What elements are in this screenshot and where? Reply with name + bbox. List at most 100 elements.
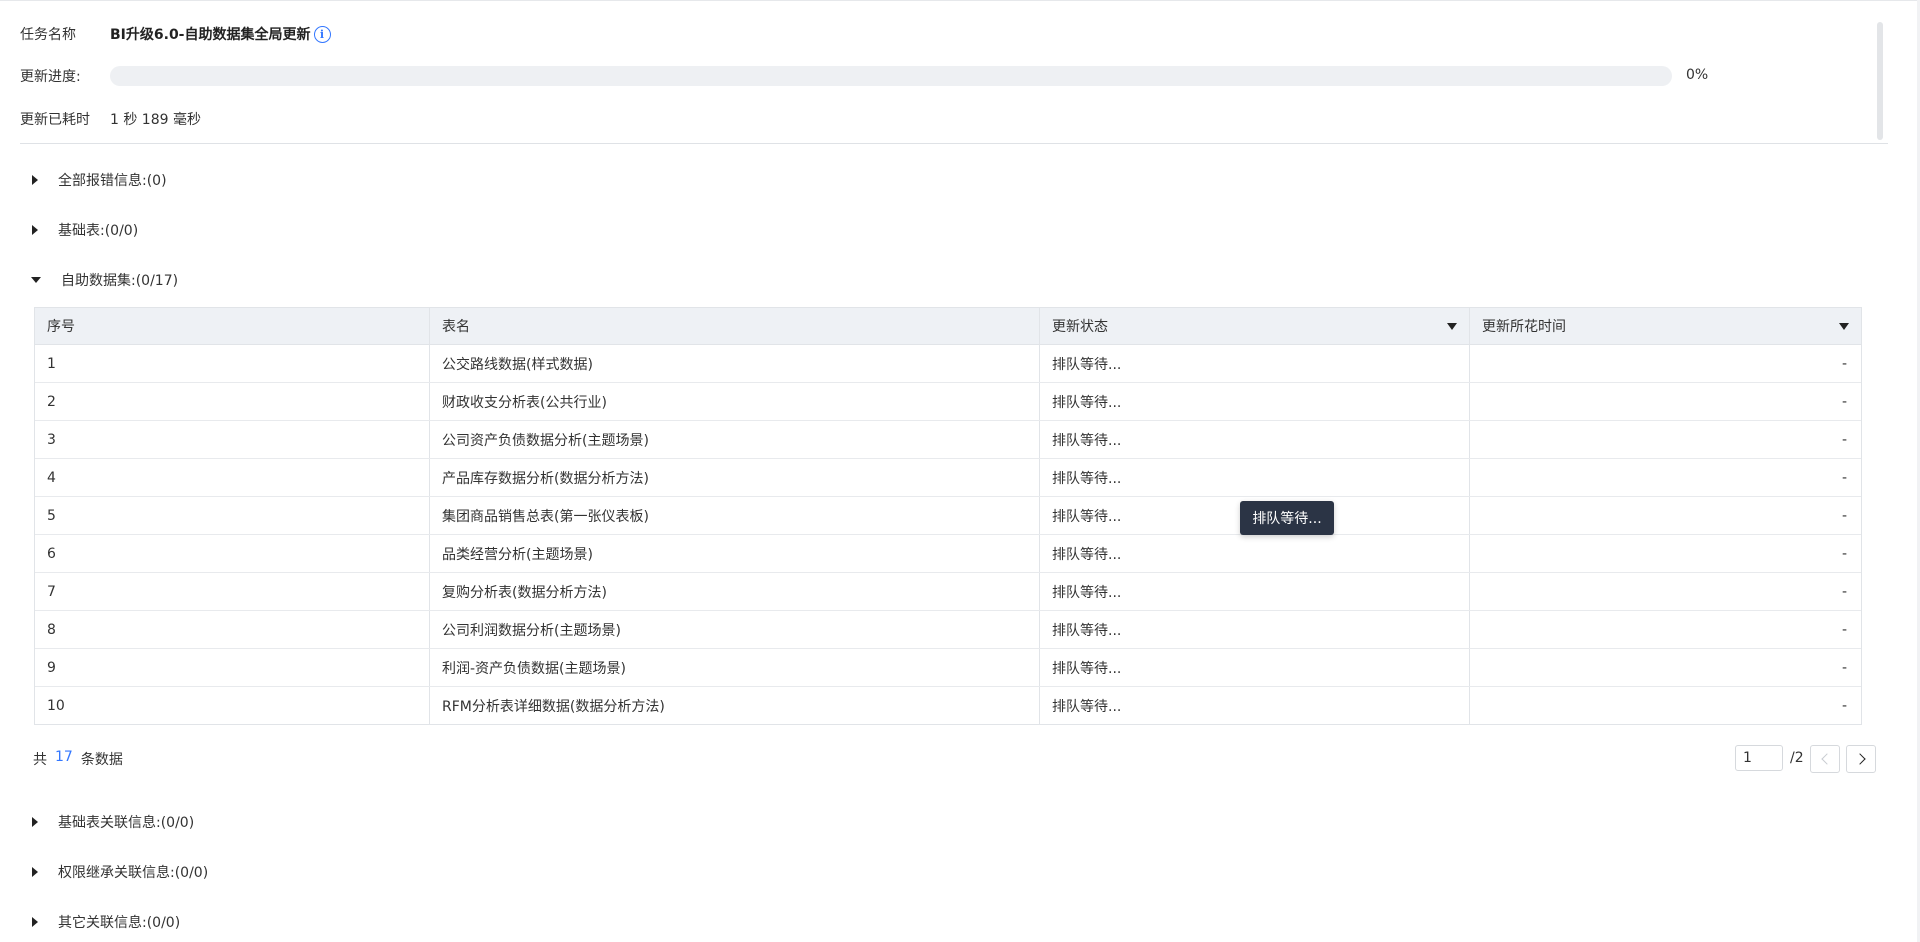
row-index: 7 bbox=[35, 573, 430, 610]
row-table-name: 公司利润数据分析(主题场景) bbox=[430, 611, 1040, 648]
elapsed-row: 更新已耗时 bbox=[20, 109, 90, 129]
divider bbox=[20, 143, 1888, 144]
column-header-name: 表名 bbox=[430, 308, 1040, 344]
task-title: BI升级6.0-自助数据集全局更新 i bbox=[110, 24, 331, 44]
row-status: 排队等待... bbox=[1040, 573, 1470, 610]
row-time: - bbox=[1841, 393, 1847, 410]
row-table-name: 公司资产负债数据分析(主题场景) bbox=[430, 421, 1040, 458]
row-index: 4 bbox=[35, 459, 430, 496]
progress-row: 更新进度: bbox=[20, 66, 81, 86]
section-other-relations-label: 其它关联信息:(0/0) bbox=[58, 915, 181, 931]
progress-percent: 0% bbox=[1686, 67, 1709, 83]
section-base-relations[interactable]: 基础表关联信息:(0/0) bbox=[31, 812, 194, 832]
task-name-row: 任务名称 bbox=[20, 24, 76, 44]
caret-right-icon bbox=[32, 225, 38, 235]
next-page-button[interactable] bbox=[1846, 745, 1876, 773]
chevron-right-icon bbox=[1853, 753, 1866, 765]
section-other-relations[interactable]: 其它关联信息:(0/0) bbox=[31, 912, 180, 932]
row-index: 5 bbox=[35, 497, 430, 534]
table-row[interactable]: 9 利润-资产负债数据(主题场景) 排队等待... - bbox=[35, 649, 1861, 687]
row-table-name: 复购分析表(数据分析方法) bbox=[430, 573, 1040, 610]
progress-bar bbox=[110, 66, 1672, 86]
total-prefix: 共 bbox=[33, 752, 47, 768]
progress-label: 更新进度: bbox=[20, 69, 81, 85]
section-self-datasets-label: 自助数据集:(0/17) bbox=[61, 273, 179, 289]
row-table-name: 产品库存数据分析(数据分析方法) bbox=[430, 459, 1040, 496]
scrollbar-thumb[interactable] bbox=[1877, 22, 1883, 140]
table-row[interactable]: 7 复购分析表(数据分析方法) 排队等待... - bbox=[35, 573, 1861, 611]
top-border bbox=[0, 0, 1920, 1]
column-header-index: 序号 bbox=[35, 308, 430, 344]
row-status: 排队等待... bbox=[1040, 383, 1470, 420]
section-all-errors-label: 全部报错信息:(0) bbox=[58, 173, 167, 189]
section-base-tables[interactable]: 基础表:(0/0) bbox=[31, 220, 138, 240]
table-row[interactable]: 8 公司利润数据分析(主题场景) 排队等待... - bbox=[35, 611, 1861, 649]
row-status: 排队等待... bbox=[1040, 421, 1470, 458]
row-table-name: 品类经营分析(主题场景) bbox=[430, 535, 1040, 572]
table-header: 序号 表名 更新状态 更新所花时间 bbox=[35, 308, 1861, 345]
table-row[interactable]: 1 公交路线数据(样式数据) 排队等待... - bbox=[35, 345, 1861, 383]
row-table-name: 利润-资产负债数据(主题场景) bbox=[430, 649, 1040, 686]
row-status: 排队等待... bbox=[1040, 649, 1470, 686]
caret-right-icon bbox=[32, 867, 38, 877]
chevron-left-icon bbox=[1821, 753, 1833, 765]
column-header-status[interactable]: 更新状态 bbox=[1040, 308, 1470, 344]
row-index: 6 bbox=[35, 535, 430, 572]
status-tooltip: 排队等待... bbox=[1240, 501, 1334, 535]
row-table-name: 公交路线数据(样式数据) bbox=[430, 345, 1040, 382]
column-header-time[interactable]: 更新所花时间 bbox=[1470, 308, 1861, 344]
caret-right-icon bbox=[32, 817, 38, 827]
row-index: 1 bbox=[35, 345, 430, 382]
row-table-name: 集团商品销售总表(第一张仪表板) bbox=[430, 497, 1040, 534]
table-row[interactable]: 4 产品库存数据分析(数据分析方法) 排队等待... - bbox=[35, 459, 1861, 497]
row-time: - bbox=[1841, 507, 1847, 524]
caret-right-icon bbox=[32, 175, 38, 185]
info-circle-icon[interactable]: i bbox=[313, 25, 331, 43]
page-total: /2 bbox=[1790, 750, 1804, 766]
row-status: 排队等待... bbox=[1040, 611, 1470, 648]
table-row[interactable]: 10 RFM分析表详细数据(数据分析方法) 排队等待... - bbox=[35, 687, 1861, 724]
row-index: 9 bbox=[35, 649, 430, 686]
filter-caret-icon[interactable] bbox=[1447, 323, 1457, 330]
filter-caret-icon[interactable] bbox=[1839, 323, 1849, 330]
column-header-status-label: 更新状态 bbox=[1052, 319, 1108, 335]
dataset-table: 序号 表名 更新状态 更新所花时间 1 公交路线数据(样式数据) 排队等待... -2… bbox=[34, 307, 1862, 725]
section-all-errors[interactable]: 全部报错信息:(0) bbox=[31, 170, 167, 190]
total-number: 17 bbox=[55, 749, 73, 765]
section-base-relations-label: 基础表关联信息:(0/0) bbox=[58, 815, 195, 831]
task-name-value: BI升级6.0-自助数据集全局更新 bbox=[110, 27, 311, 43]
task-name-label: 任务名称 bbox=[20, 27, 76, 43]
elapsed-label: 更新已耗时 bbox=[20, 112, 90, 128]
column-header-time-label: 更新所花时间 bbox=[1482, 319, 1566, 335]
table-body: 1 公交路线数据(样式数据) 排队等待... -2 财政收支分析表(公共行业) 排队等待.… bbox=[35, 345, 1861, 724]
row-time: - bbox=[1841, 469, 1847, 486]
table-row[interactable]: 5 集团商品销售总表(第一张仪表板) 排队等待... - bbox=[35, 497, 1861, 535]
row-time: - bbox=[1841, 659, 1847, 676]
page-number-input[interactable] bbox=[1735, 745, 1783, 771]
row-table-name: 财政收支分析表(公共行业) bbox=[430, 383, 1040, 420]
total-suffix: 条数据 bbox=[80, 752, 123, 768]
row-time: - bbox=[1841, 355, 1847, 372]
row-index: 2 bbox=[35, 383, 430, 420]
table-row[interactable]: 3 公司资产负债数据分析(主题场景) 排队等待... - bbox=[35, 421, 1861, 459]
section-permission-relations-label: 权限继承关联信息:(0/0) bbox=[58, 865, 209, 881]
row-index: 10 bbox=[35, 687, 430, 724]
row-time: - bbox=[1841, 697, 1847, 714]
row-index: 3 bbox=[35, 421, 430, 458]
prev-page-button[interactable] bbox=[1810, 745, 1840, 773]
row-time: - bbox=[1841, 431, 1847, 448]
row-status: 排队等待... bbox=[1040, 459, 1470, 496]
section-permission-relations[interactable]: 权限继承关联信息:(0/0) bbox=[31, 862, 208, 882]
elapsed-value: 1 秒 189 毫秒 bbox=[110, 112, 201, 128]
caret-down-icon bbox=[31, 277, 41, 283]
row-status: 排队等待... bbox=[1040, 345, 1470, 382]
row-table-name: RFM分析表详细数据(数据分析方法) bbox=[430, 687, 1040, 724]
table-row[interactable]: 6 品类经营分析(主题场景) 排队等待... - bbox=[35, 535, 1861, 573]
table-row[interactable]: 2 财政收支分析表(公共行业) 排队等待... - bbox=[35, 383, 1861, 421]
caret-right-icon bbox=[32, 917, 38, 927]
row-time: - bbox=[1841, 621, 1847, 638]
row-time: - bbox=[1841, 545, 1847, 562]
row-index: 8 bbox=[35, 611, 430, 648]
section-base-tables-label: 基础表:(0/0) bbox=[58, 223, 139, 239]
section-self-datasets[interactable]: 自助数据集:(0/17) bbox=[31, 270, 178, 290]
